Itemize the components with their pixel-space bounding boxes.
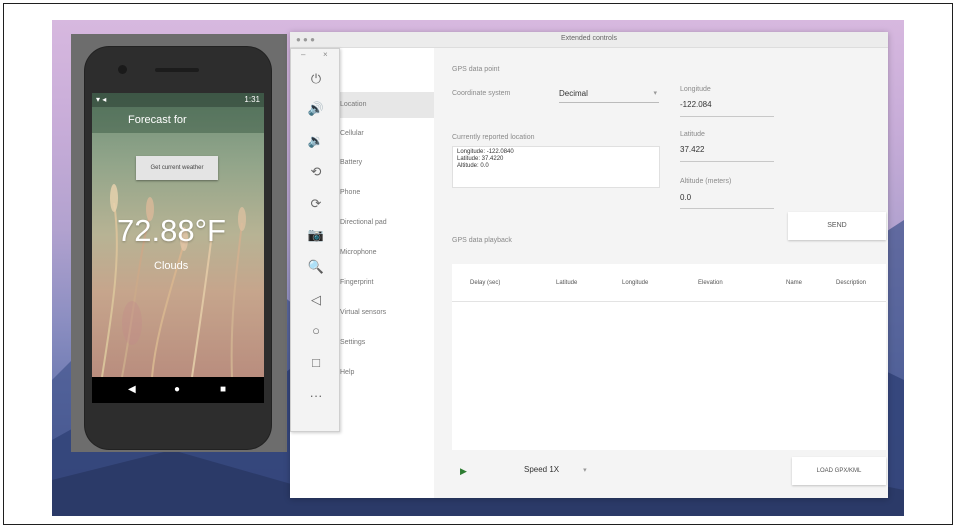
gps-playback-title: GPS data playback <box>452 237 512 244</box>
phone-speaker <box>155 68 199 72</box>
coordinate-system-select[interactable]: Decimal ▾ <box>559 89 659 103</box>
window-title: Extended controls <box>560 35 618 42</box>
emulator-toolbar: – × ⏻ 🔊 🔉 ⟲ ⟳ 📷 🔍 ◁ ○ □ ··· <box>290 48 340 432</box>
altitude-input[interactable]: 0.0 <box>680 193 691 202</box>
overview-icon[interactable]: □ <box>291 351 341 375</box>
gps-playback-table[interactable]: Delay (sec) Latitude Longitude Elevation… <box>452 264 886 450</box>
sidebar-item-microphone[interactable]: Microphone <box>340 249 377 256</box>
window-titlebar: ● ● ● Extended controls <box>290 32 888 48</box>
load-gpx-kml-button[interactable]: LOAD GPX/KML <box>792 457 886 485</box>
phone-screen[interactable]: ▾ ◂ 1:31 Forecast for Get current weathe… <box>92 93 264 377</box>
nav-home-icon[interactable]: ● <box>174 384 180 396</box>
speed-select[interactable]: Speed 1X ▾ <box>524 465 587 474</box>
play-icon[interactable]: ▶ <box>460 466 467 477</box>
status-bar: ▾ ◂ 1:31 <box>92 93 264 107</box>
current-location-box: Longitude: -122.0840 Latitude: 37.4220 A… <box>452 146 660 188</box>
front-camera <box>118 65 127 74</box>
playback-controls: ▶ Speed 1X ▾ LOAD GPX/KML <box>452 457 886 487</box>
latitude-label: Latitude <box>680 131 705 138</box>
column-latitude: Latitude <box>556 280 578 286</box>
status-time: 1:31 <box>244 95 260 104</box>
sidebar-item-phone[interactable]: Phone <box>340 189 360 196</box>
latitude-input[interactable]: 37.422 <box>680 145 704 154</box>
toolbar-minimize-icon[interactable]: – <box>301 50 305 59</box>
gps-section-title: GPS data point <box>452 66 500 73</box>
altitude-label: Altitude (meters) <box>680 178 732 185</box>
app-title: Forecast for <box>92 107 264 133</box>
current-latitude-line: Latitude: 37.4220 <box>457 156 504 162</box>
volume-up-icon[interactable]: 🔊 <box>291 97 341 121</box>
sidebar-item-virtual-sensors[interactable]: Virtual sensors <box>340 309 386 316</box>
longitude-label: Longitude <box>680 86 711 93</box>
chevron-down-icon: ▾ <box>653 90 657 97</box>
weather-condition: Clouds <box>154 260 189 272</box>
more-icon[interactable]: ··· <box>291 384 341 408</box>
rotate-right-icon[interactable]: ⟳ <box>291 192 341 216</box>
sidebar-item-fingerprint[interactable]: Fingerprint <box>340 279 373 286</box>
column-delay: Delay (sec) <box>470 280 501 286</box>
current-location-label: Currently reported location <box>452 134 535 141</box>
coordinate-system-label: Coordinate system <box>452 90 511 97</box>
volume-down-icon[interactable]: 🔉 <box>291 129 341 153</box>
android-nav-bar: ◀ ● ■ <box>92 377 264 403</box>
toolbar-close-icon[interactable]: × <box>323 50 328 59</box>
power-icon[interactable]: ⏻ <box>291 67 341 91</box>
sidebar-item-directional-pad[interactable]: Directional pad <box>340 219 387 226</box>
sidebar-item-battery[interactable]: Battery <box>340 159 362 166</box>
status-icons: ▾ ◂ <box>96 95 107 104</box>
table-header-divider <box>452 301 886 302</box>
temperature-text: 72.88°F <box>117 213 226 248</box>
toolbar-window-controls: – × <box>291 49 341 61</box>
send-button[interactable]: SEND <box>788 212 886 240</box>
current-longitude-line: Longitude: -122.0840 <box>457 149 514 155</box>
sidebar-item-location[interactable]: Location <box>340 101 366 108</box>
altitude-underline <box>680 208 774 209</box>
column-name: Name <box>786 280 803 286</box>
latitude-underline <box>680 161 774 162</box>
zoom-icon[interactable]: 🔍 <box>291 255 341 279</box>
camera-icon[interactable]: 📷 <box>291 223 341 247</box>
longitude-underline <box>680 116 774 117</box>
speed-chevron-icon: ▾ <box>583 467 587 474</box>
sidebar-item-cellular[interactable]: Cellular <box>340 130 364 137</box>
back-icon[interactable]: ◁ <box>291 288 341 312</box>
column-elevation: Elevation <box>698 280 723 286</box>
speed-value: Speed 1X <box>524 465 560 474</box>
sidebar-item-settings[interactable]: Settings <box>340 339 365 346</box>
coordinate-system-value: Decimal <box>559 89 588 98</box>
column-description: Description <box>836 280 867 286</box>
get-weather-button[interactable]: Get current weather <box>136 156 218 180</box>
rotate-left-icon[interactable]: ⟲ <box>291 160 341 184</box>
nav-back-icon[interactable]: ◀ <box>128 384 136 396</box>
sidebar-item-help[interactable]: Help <box>340 369 354 376</box>
home-icon[interactable]: ○ <box>291 319 341 343</box>
nav-recents-icon[interactable]: ■ <box>220 384 226 396</box>
current-altitude-line: Altitude: 0.0 <box>457 163 489 169</box>
column-longitude: Longitude <box>622 280 649 286</box>
longitude-input[interactable]: -122.084 <box>680 100 712 109</box>
